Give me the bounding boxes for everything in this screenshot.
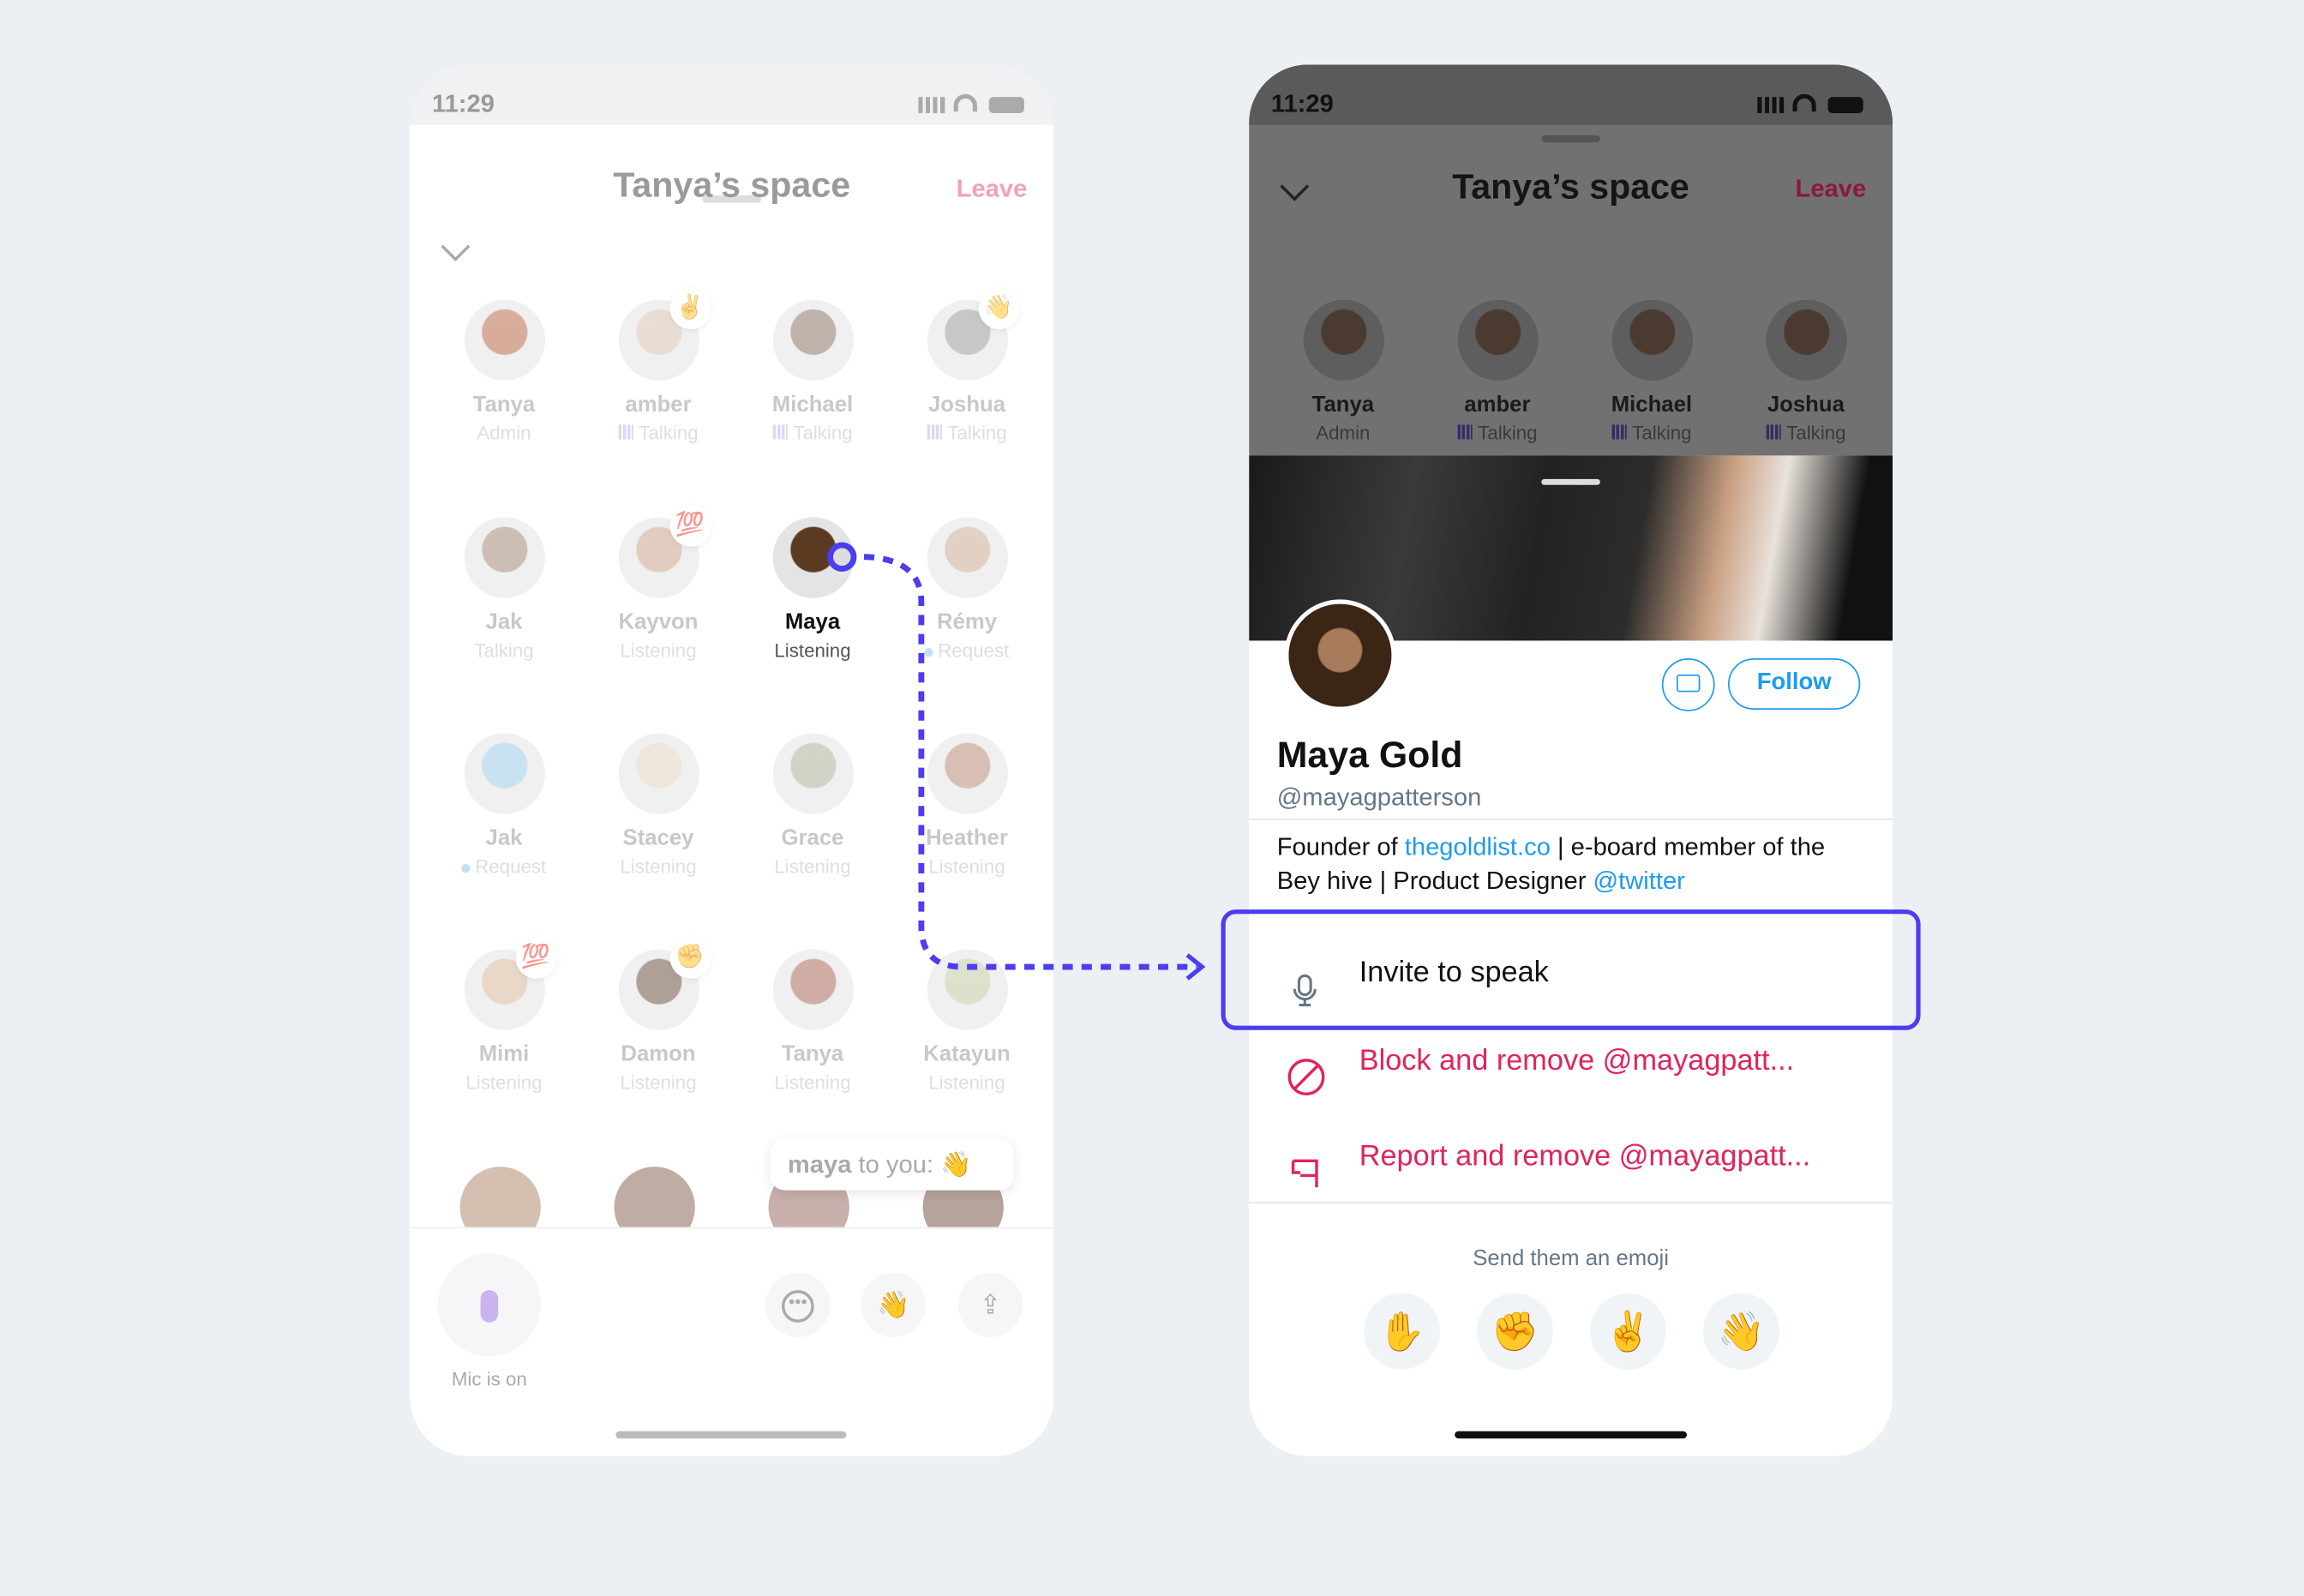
victory-emoji-button[interactable]: ✌ xyxy=(1589,1293,1667,1370)
bio-text: Founder of xyxy=(1276,833,1405,861)
dashed-path xyxy=(863,554,1198,970)
speaker-name: Tanya xyxy=(1311,392,1375,417)
divider xyxy=(1249,818,1893,820)
report-and-remove-item[interactable]: Report and remove @mayagpatt... xyxy=(1249,1113,1893,1201)
status-text: Talking xyxy=(1786,422,1846,444)
battery-icon xyxy=(1827,97,1863,114)
message-button[interactable] xyxy=(1661,658,1715,711)
invite-highlight-box xyxy=(1221,909,1921,1030)
status-time: 11:29 xyxy=(1270,89,1334,118)
talking-icon xyxy=(1766,424,1781,440)
profile-handle: @mayagpatterson xyxy=(1276,783,1482,812)
profile-name: Maya Gold xyxy=(1276,735,1463,777)
avatar xyxy=(1765,299,1847,381)
report-label: Report and remove @mayagpatt... xyxy=(1359,1140,1811,1173)
status-text: Admin xyxy=(1316,422,1371,444)
divider xyxy=(1249,1202,1893,1204)
speaker: amber Talking xyxy=(1421,299,1574,444)
status-bar: 11:29 xyxy=(1249,64,1893,125)
speaker: Tanya Admin xyxy=(1267,299,1419,444)
wifi-icon xyxy=(1792,93,1816,112)
profile-bio: Founder of thegoldlist.co | e-board memb… xyxy=(1277,831,1857,898)
speaker-name: Joshua xyxy=(1767,392,1845,417)
sheet-grabber[interactable] xyxy=(1541,478,1600,485)
avatar xyxy=(1456,299,1539,381)
talking-icon xyxy=(1457,424,1473,440)
bio-link-website[interactable]: thegoldlist.co xyxy=(1405,833,1551,861)
emoji-prompt: Send them an emoji xyxy=(1473,1245,1669,1271)
sheet-grabber[interactable] xyxy=(1541,135,1600,143)
raised-hand-emoji-button[interactable]: ✋ xyxy=(1363,1293,1441,1370)
arrow-head xyxy=(1185,953,1206,981)
home-indicator xyxy=(1455,1431,1688,1439)
status-text: Talking xyxy=(1478,422,1538,444)
bio-link-mention[interactable]: @twitter xyxy=(1593,867,1685,895)
wave-emoji-button[interactable]: 👋 xyxy=(1702,1293,1780,1370)
leave-button[interactable]: Leave xyxy=(1796,175,1867,204)
speaker-status: Talking xyxy=(1421,422,1574,444)
avatar xyxy=(1611,299,1693,381)
block-label: Block and remove @mayagpatt... xyxy=(1359,1044,1795,1077)
speaker-name: amber xyxy=(1464,392,1531,417)
speaker: Joshua Talking xyxy=(1730,299,1882,444)
connector-arrow xyxy=(827,542,1206,981)
status-text: Talking xyxy=(1632,422,1692,444)
profile-avatar[interactable] xyxy=(1284,599,1396,711)
fist-emoji-button[interactable]: ✊ xyxy=(1476,1293,1554,1370)
speaker: Michael Talking xyxy=(1575,299,1728,444)
avatar xyxy=(1302,299,1384,381)
block-icon xyxy=(1287,1043,1325,1096)
speaker-name: Michael xyxy=(1611,392,1693,417)
speaker-status: Talking xyxy=(1575,422,1728,444)
selection-marker xyxy=(827,542,857,572)
speaker-status: Admin xyxy=(1267,422,1419,444)
flag-icon xyxy=(1287,1139,1323,1188)
signal-icon xyxy=(1757,97,1785,114)
speaker-status: Talking xyxy=(1730,422,1882,444)
profile-phone-right: 11:29 Tanya’s space Leave Tanya Admin am… xyxy=(1249,64,1893,1456)
talking-icon xyxy=(1611,424,1627,440)
follow-button[interactable]: Follow xyxy=(1728,658,1861,711)
mail-icon xyxy=(1677,674,1701,693)
